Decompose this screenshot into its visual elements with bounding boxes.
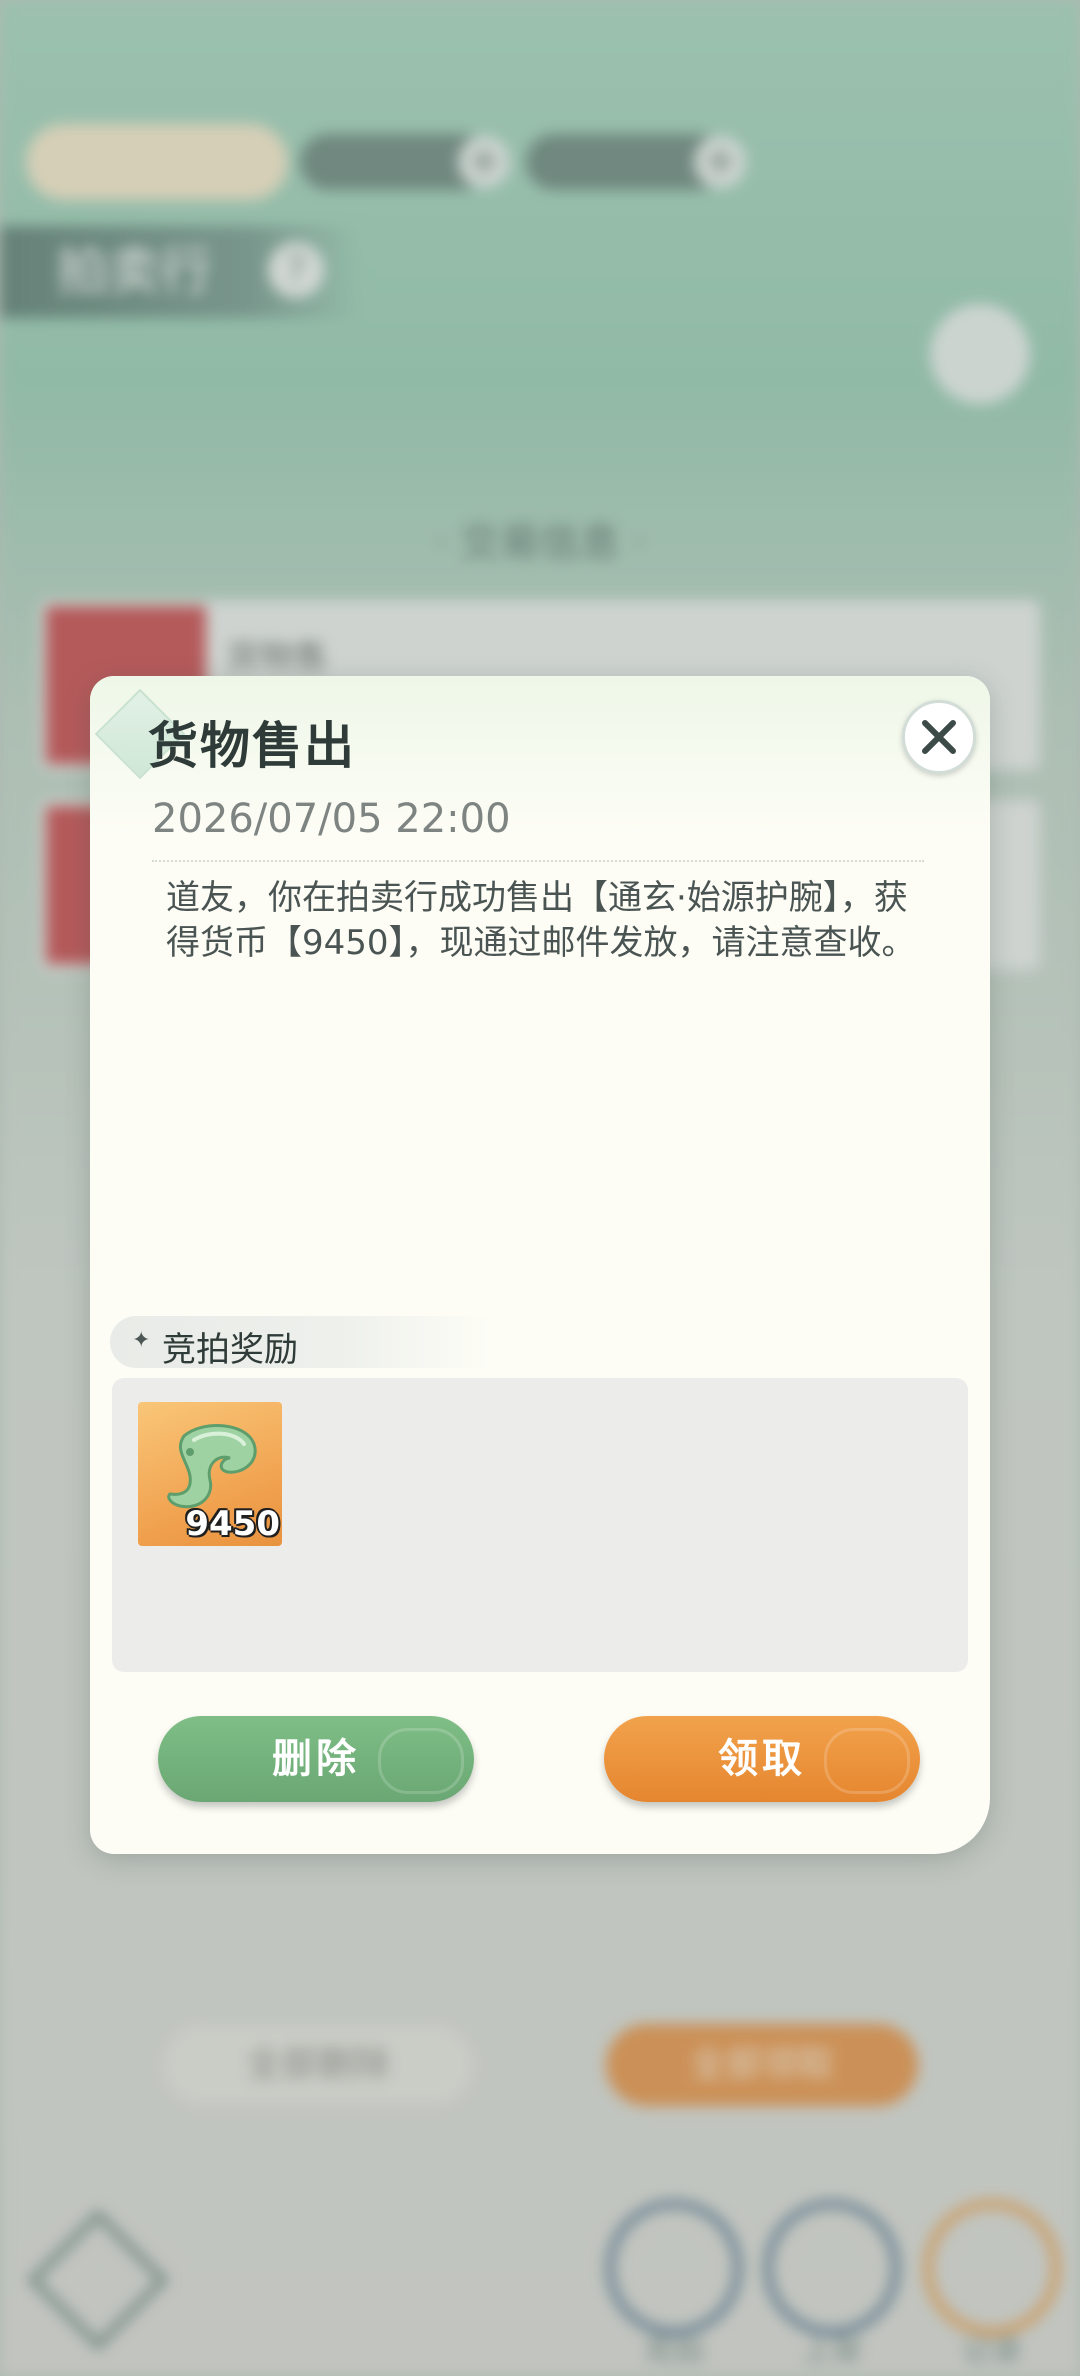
sale-notification-dialog: 货物售出 2026/07/05 22:00 道友，你在拍卖行成功售出【通玄·始源… bbox=[90, 676, 990, 1854]
delete-button[interactable]: 删除 bbox=[158, 1716, 474, 1802]
cloud-swirl-icon bbox=[378, 1728, 464, 1794]
reward-section-header: ✦ 竞拍奖励 bbox=[110, 1316, 490, 1370]
divider bbox=[152, 860, 924, 862]
reward-item[interactable]: 9450 bbox=[138, 1402, 282, 1546]
claim-button-label: 领取 bbox=[718, 1736, 806, 1782]
reward-panel: 9450 bbox=[112, 1378, 968, 1672]
message-body: 道友，你在拍卖行成功售出【通玄·始源护腕】，获得货币【9450】，现通过邮件发放… bbox=[166, 878, 916, 963]
sparkle-icon: ✦ bbox=[132, 1328, 151, 1353]
claim-button[interactable]: 领取 bbox=[604, 1716, 920, 1802]
close-icon bbox=[922, 720, 956, 754]
cloud-swirl-icon bbox=[824, 1728, 910, 1794]
message-timestamp: 2026/07/05 22:00 bbox=[152, 796, 511, 842]
reward-section-label: 竞拍奖励 bbox=[162, 1330, 298, 1370]
reward-quantity: 9450 bbox=[185, 1504, 280, 1544]
delete-button-label: 删除 bbox=[272, 1736, 360, 1782]
close-button[interactable] bbox=[902, 700, 976, 774]
dialog-title: 货物售出 bbox=[148, 717, 356, 775]
